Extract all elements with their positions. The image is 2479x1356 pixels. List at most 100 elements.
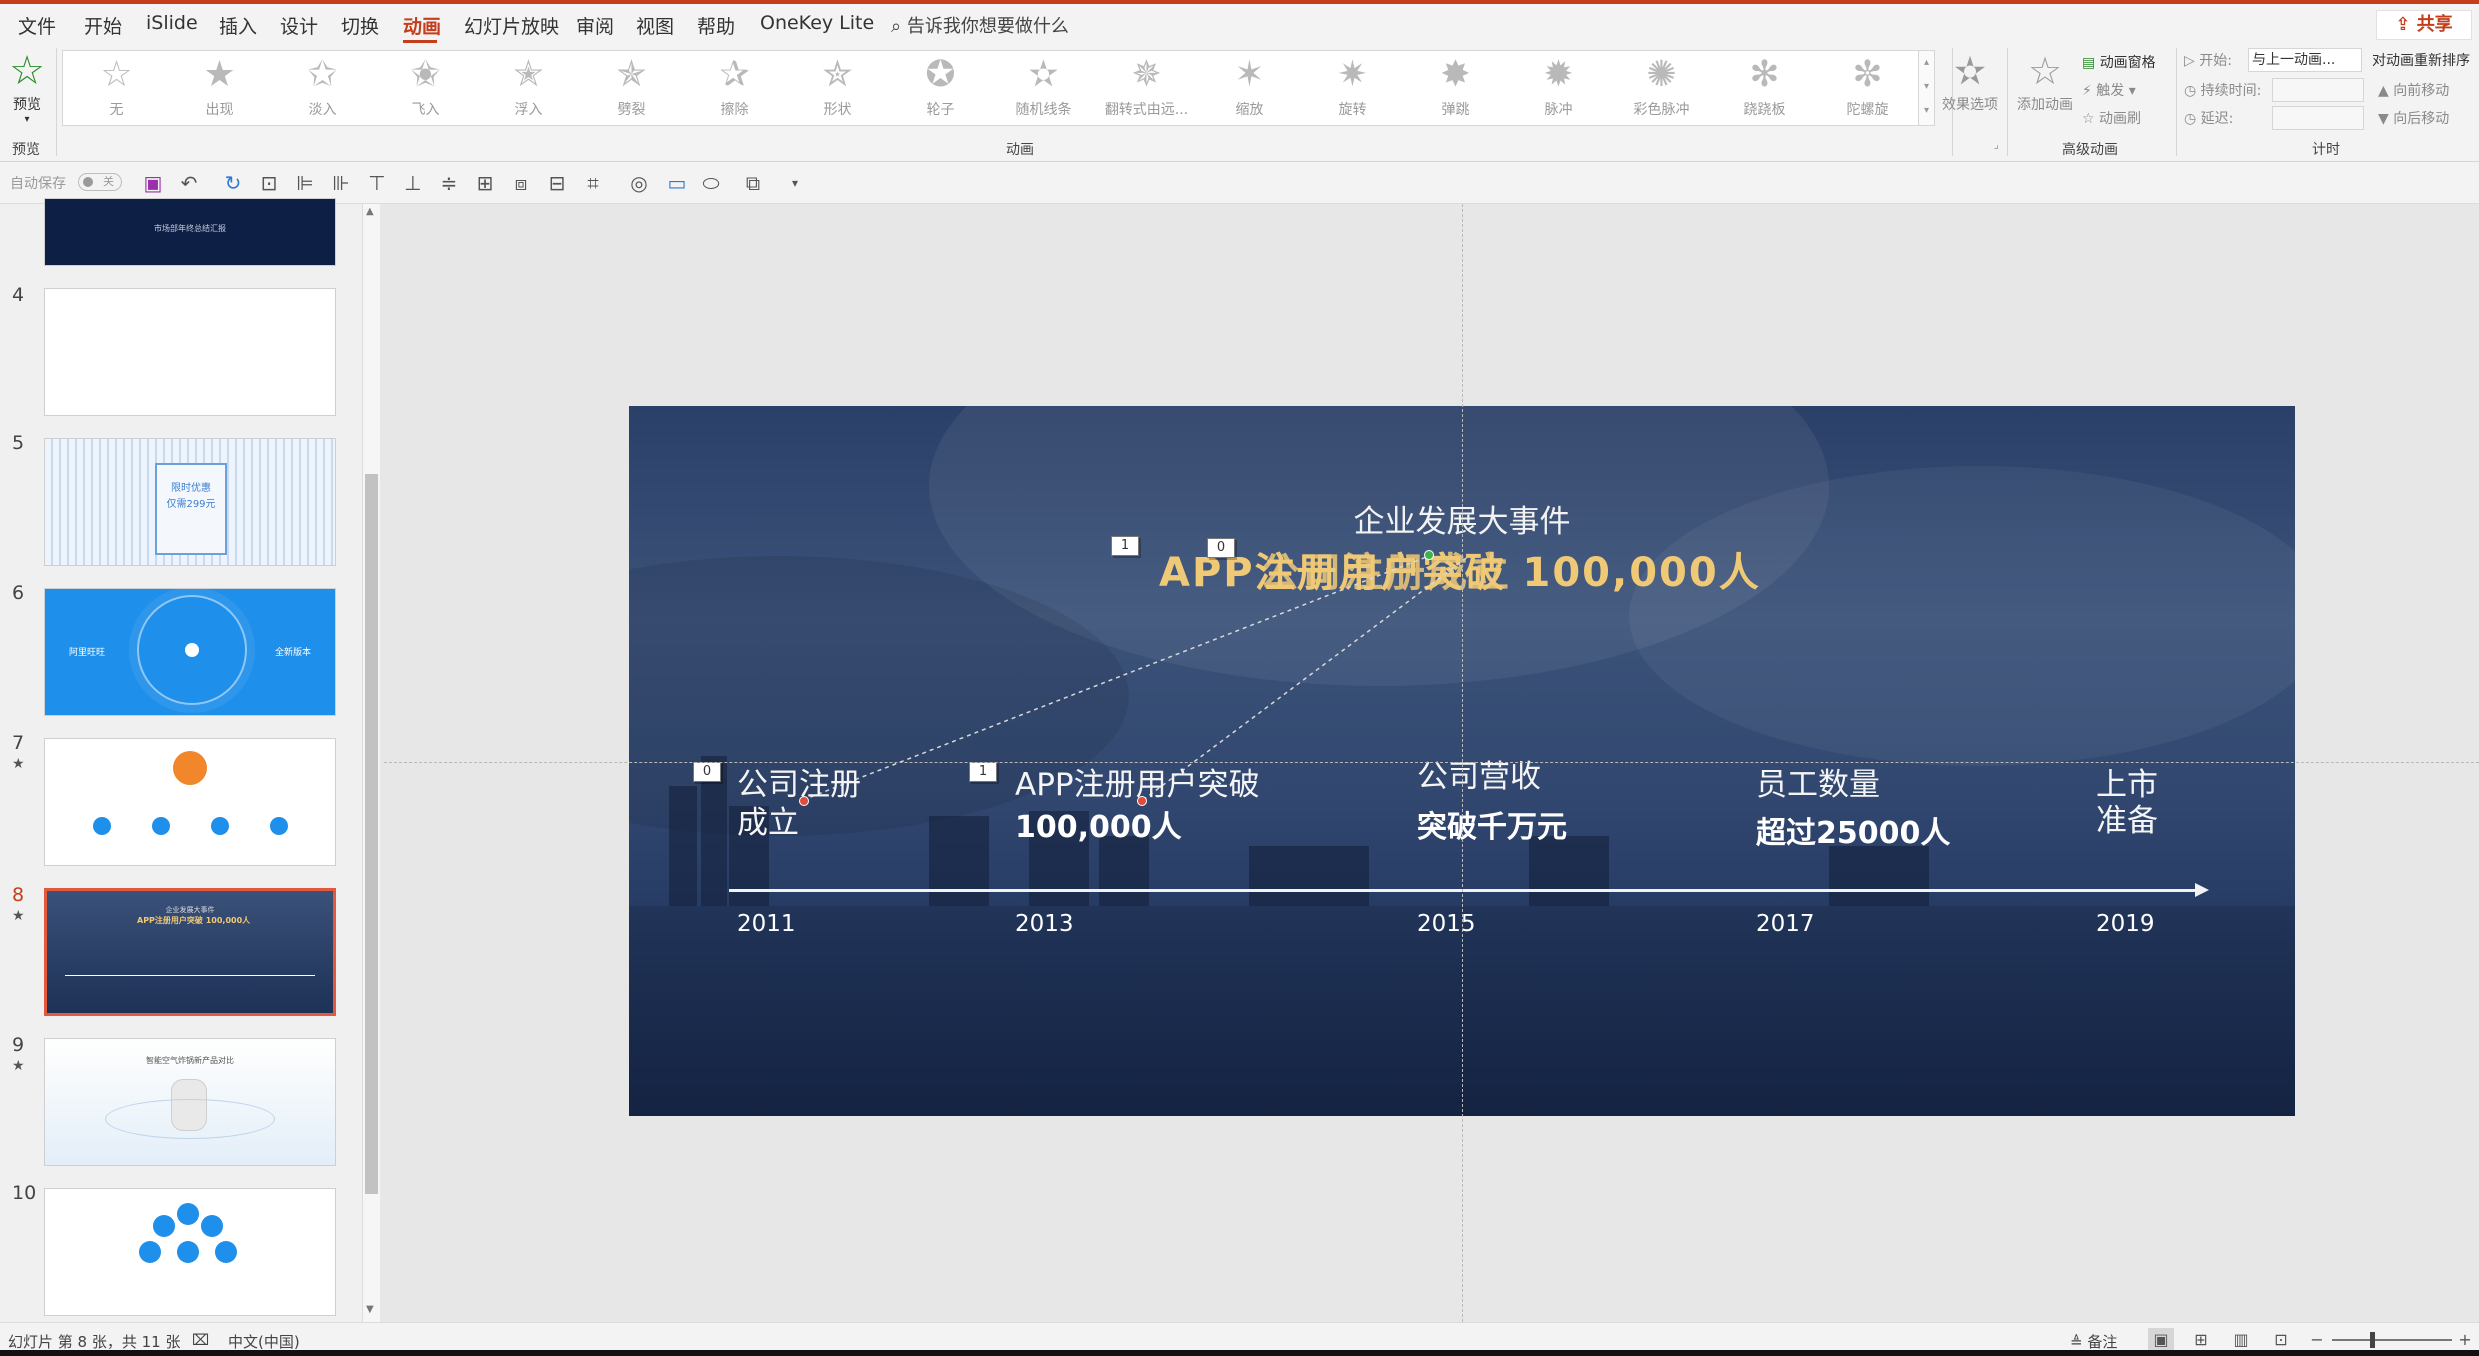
tab-help[interactable]: 帮助: [697, 12, 735, 39]
align-bottom-icon[interactable]: ⊥: [400, 170, 426, 196]
thumbnail-scrollbar[interactable]: ▲ ▼: [362, 204, 380, 1322]
slide-thumbnail[interactable]: [44, 1188, 336, 1316]
slideshow-view-button[interactable]: ⊡: [2268, 1328, 2294, 1352]
slide-sorter-button[interactable]: ⊞: [2188, 1328, 2214, 1352]
tab-transitions[interactable]: 切换: [341, 12, 379, 39]
present-icon[interactable]: ⊡: [256, 170, 282, 196]
event-detail[interactable]: 突破千万元: [1417, 802, 1567, 846]
slide-thumbnail[interactable]: [44, 738, 336, 866]
slide-thumbnail[interactable]: 限时优惠 仅需299元: [44, 438, 336, 566]
animation-effect-item[interactable]: ✰ 擦除: [683, 51, 786, 125]
animation-effect-item[interactable]: ✶ 缩放: [1198, 51, 1301, 125]
scroll-up-icon[interactable]: ▲: [366, 206, 374, 217]
effect-options-button[interactable]: ✫ 效果选项: [1940, 48, 2000, 114]
tab-insert[interactable]: 插入: [219, 12, 257, 39]
event-title[interactable]: 上市: [2096, 766, 2158, 804]
normal-view-button[interactable]: ▣: [2148, 1328, 2174, 1352]
animation-effect-item[interactable]: ✯ 劈裂: [580, 51, 683, 125]
timeline-year[interactable]: 2017: [1756, 911, 1815, 937]
timeline-line[interactable]: [729, 889, 2199, 892]
animation-effect-item[interactable]: ✬ 飞入: [374, 51, 477, 125]
slide-thumbnail[interactable]: 阿里旺旺 全新版本: [44, 588, 336, 716]
tab-file[interactable]: 文件: [18, 12, 56, 39]
delay-input[interactable]: [2272, 106, 2364, 130]
notes-button[interactable]: ≜ 备注: [2070, 1331, 2117, 1352]
add-animation-button[interactable]: ☆ 添加动画: [2010, 48, 2080, 114]
animation-effect-item[interactable]: ★ 出现: [168, 51, 271, 125]
tab-islide[interactable]: iSlide: [146, 12, 198, 34]
tab-animations[interactable]: 动画: [403, 12, 441, 39]
animation-effect-item[interactable]: ✺ 彩色脉冲: [1610, 51, 1713, 125]
animation-effect-item[interactable]: ✵ 翻转式由远...: [1095, 51, 1198, 125]
shapes-icon[interactable]: ⬭: [698, 170, 724, 196]
move-earlier-button[interactable]: ▲ 向前移动: [2378, 80, 2449, 100]
animation-effect-item[interactable]: ✸ 弹跳: [1404, 51, 1507, 125]
customize-qat-icon[interactable]: ▾: [782, 170, 808, 196]
tab-view[interactable]: 视图: [636, 12, 674, 39]
tab-onekey[interactable]: OneKey Lite: [760, 12, 874, 34]
zoom-out-icon[interactable]: −: [2304, 1328, 2330, 1352]
scroll-down-icon[interactable]: ▼: [366, 1304, 374, 1315]
slide-thumbnail[interactable]: 智能空气炸锅新产品对比: [44, 1038, 336, 1166]
slide-thumbnail[interactable]: 市场部年终总结汇报: [44, 198, 336, 266]
animation-effect-item[interactable]: ✩ 淡入: [271, 51, 374, 125]
zoom-slider-track[interactable]: [2332, 1339, 2452, 1341]
align-right-icon[interactable]: ⊪: [328, 170, 354, 196]
slide-thumbnail[interactable]: [44, 288, 336, 416]
event-detail[interactable]: 准备: [2096, 802, 2158, 840]
tab-review[interactable]: 审阅: [576, 12, 614, 39]
event-detail[interactable]: 成立: [737, 804, 799, 842]
tab-design[interactable]: 设计: [280, 12, 318, 39]
animation-effect-item[interactable]: ✫ 随机线条: [992, 51, 1095, 125]
tell-me-search[interactable]: ⌕ 告诉我你想要做什么: [891, 12, 1069, 38]
event-title[interactable]: 公司注册: [737, 766, 861, 804]
tab-slideshow[interactable]: 幻灯片放映: [464, 12, 559, 39]
motion-path-start-marker[interactable]: [1424, 550, 1434, 560]
gallery-scroll-arrows[interactable]: ▴ ▾ ▾: [1918, 50, 1935, 126]
align-top-icon[interactable]: ⊤: [364, 170, 390, 196]
move-later-button[interactable]: ▼ 向后移动: [2378, 108, 2449, 128]
save-icon[interactable]: ▣: [140, 170, 166, 196]
group-icon[interactable]: ⌗: [580, 170, 606, 196]
animation-effect-item[interactable]: ✪ 轮子: [889, 51, 992, 125]
textbox-icon[interactable]: ▭: [664, 170, 690, 196]
start-select[interactable]: 与上一动画...: [2248, 48, 2362, 72]
align-center-icon[interactable]: ⊞: [472, 170, 498, 196]
duration-input[interactable]: [2272, 78, 2364, 102]
timeline-year[interactable]: 2015: [1417, 911, 1476, 937]
tab-home[interactable]: 开始: [84, 12, 122, 39]
animation-effect-item[interactable]: ✹ 脉冲: [1507, 51, 1610, 125]
distribute-icon[interactable]: ⧈: [508, 170, 534, 196]
redo-icon[interactable]: ↻: [220, 170, 246, 196]
animation-pane-button[interactable]: ▤ 动画窗格: [2082, 52, 2156, 72]
animation-effect-item[interactable]: ✷ 旋转: [1301, 51, 1404, 125]
share-button[interactable]: ⇪ 共享: [2376, 10, 2472, 40]
reading-view-button[interactable]: ▥: [2228, 1328, 2254, 1352]
animation-effect-item[interactable]: ✼ 陀螺旋: [1816, 51, 1919, 125]
animation-effect-item[interactable]: ✻ 跷跷板: [1713, 51, 1816, 125]
timeline-year[interactable]: 2011: [737, 911, 796, 937]
undo-icon[interactable]: ↶: [176, 170, 202, 196]
align-left-icon[interactable]: ⊫: [292, 170, 318, 196]
event-detail[interactable]: 超过25000人: [1756, 808, 1950, 852]
scrollbar-thumb[interactable]: [365, 474, 378, 1194]
distribute-vertical-icon[interactable]: ⊟: [544, 170, 570, 196]
align-middle-icon[interactable]: ≑: [436, 170, 462, 196]
slide-thumbnail[interactable]: 企业发展大事件 APP注册用户突破 100,000人: [44, 888, 336, 1016]
trigger-button[interactable]: ⚡ 触发 ▾: [2082, 80, 2136, 100]
animation-effect-item[interactable]: ✭ 浮入: [477, 51, 580, 125]
event-detail[interactable]: 100,000人: [1015, 802, 1182, 846]
spellcheck-icon[interactable]: ⌧: [192, 1331, 209, 1349]
animation-effect-item[interactable]: ✮ 形状: [786, 51, 889, 125]
preview-button[interactable]: ☆ 预览 ▾: [6, 48, 48, 140]
dialog-launcher-icon[interactable]: ⌟: [1994, 140, 1999, 151]
event-title[interactable]: 公司营收: [1417, 758, 1541, 796]
arrange-icon[interactable]: ⧉: [740, 170, 766, 196]
autosave-toggle[interactable]: 关: [78, 173, 122, 191]
language-indicator[interactable]: 中文(中国): [228, 1331, 300, 1352]
timeline-year[interactable]: 2013: [1015, 911, 1074, 937]
animation-effect-item[interactable]: ☆ 无: [65, 51, 168, 125]
animation-painter-button[interactable]: ☆ 动画刷: [2082, 108, 2141, 128]
circle-icon[interactable]: ◎: [626, 170, 652, 196]
event-title[interactable]: 员工数量: [1756, 766, 1880, 804]
